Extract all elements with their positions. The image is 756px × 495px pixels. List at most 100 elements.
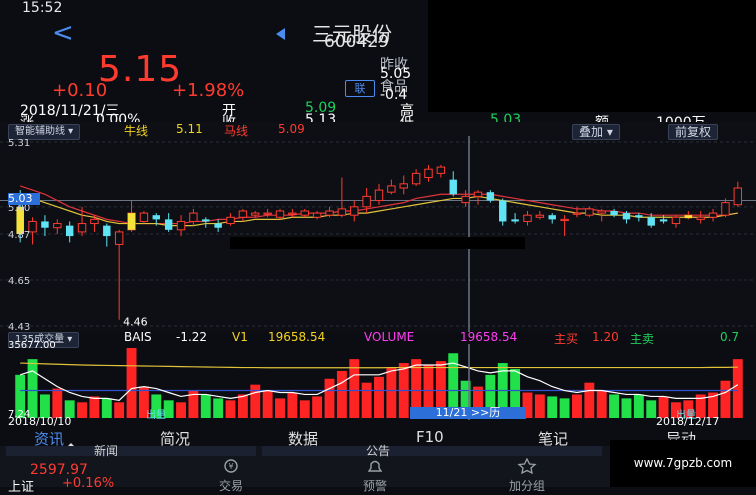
cursor-date-label[interactable]: 11/21 >>历 [410,407,526,419]
bais-value: -1.22 [176,330,208,344]
price-chart[interactable]: 5.315.004.874.654.43 4.46 [0,136,756,332]
prev-stock-icon[interactable] [276,28,285,40]
price-axis-label: 4.43 [8,322,30,332]
candle-body [659,219,668,222]
main-sell-value: 0.7 [720,330,740,344]
candle-body [288,212,297,215]
volume-bar [646,400,657,418]
candle-body [103,225,111,237]
volume-bar [114,402,125,418]
candle-body [696,216,705,220]
candle-body [214,223,222,228]
candle-body [721,202,730,216]
candle-body [560,218,569,222]
candle-body [90,218,99,225]
alert-label: 预警 [362,479,387,493]
occlusion-block [428,0,756,112]
candle-body [622,213,631,220]
volume-bar [225,400,236,418]
price-change-pct: +1.98% [172,80,245,101]
candle-body [424,168,433,179]
candle-body [65,225,74,237]
volume-bar [596,390,607,418]
price-axis-label: 5.31 [8,138,30,149]
subtab-news[interactable]: 新闻 [94,442,118,459]
volume-bar [559,398,570,418]
volume-bar [386,366,397,418]
candle-body [585,208,594,216]
candle-body [337,208,347,216]
cursor-price-label: 5.03 [8,193,40,205]
candle-body [41,221,49,228]
candle-body [202,219,210,222]
volume-bar [176,402,186,418]
alert-button[interactable]: 预警 [340,458,410,494]
volume-max-label: 35677.00 [8,340,56,351]
candle-body [238,210,248,218]
volume-bar [200,394,211,418]
volume-bar [534,394,545,418]
candle-highlight [127,213,136,230]
candle-body [436,166,446,174]
volume-bar [621,398,632,418]
candle-body [263,212,272,215]
volume-bar [77,402,87,418]
candle-highlight [684,215,693,219]
v1-label: V1 [232,330,248,344]
volume-bar [275,398,285,418]
date-end: 2018/12/17 [656,415,720,428]
candle-body [523,214,532,222]
candle-body [449,179,457,195]
volume-bar [312,396,323,418]
candle-body [548,215,556,220]
volume-bar [547,396,558,418]
candle-body [53,223,62,229]
volume-bar [633,394,644,418]
volume-bar [287,392,298,418]
price-axis-label: 4.65 [8,276,30,287]
volume-bar [374,376,384,418]
svg-text:¥: ¥ [228,462,233,471]
low-annotation: 4.46 [123,316,148,329]
volume-bar [324,378,335,418]
back-arrow-icon[interactable]: < [52,20,74,46]
status-time: 15:52 [22,0,63,16]
candle-body [226,216,235,225]
candle-body [572,212,582,215]
tab-f10[interactable]: F10 [416,428,444,446]
subtab-announce[interactable]: 公告 [366,442,390,459]
volume-bar [720,380,731,418]
ma1-value: 5.11 [176,122,203,136]
candle-body [535,214,545,218]
volume-bar [101,398,112,418]
candle-body [486,192,495,201]
date-start: 2018/10/10 [8,415,72,428]
candle-body [610,211,618,216]
ma2-value: 5.09 [278,122,305,136]
candle-body [114,231,124,245]
candle-body [597,210,606,214]
candle-body [189,212,198,222]
lian-badge[interactable]: 联 [345,80,375,97]
candle-body [164,219,173,230]
candle-body [325,210,334,216]
candle-body [411,172,421,185]
volume-label: VOLUME [364,330,415,344]
volume-bar [213,398,224,418]
chart-occlusion [230,237,525,249]
candle-body [374,189,384,202]
volume-bar [572,394,582,418]
index-name[interactable]: 上证 [8,476,34,495]
candle-body [77,223,87,233]
volume-chart[interactable] [0,344,756,420]
candle-body [139,212,149,222]
candle-body [251,212,260,216]
volume-bar [237,394,248,418]
watermark: www.7gpzb.com [610,440,756,487]
add-group-button[interactable]: 加分组 [492,457,562,494]
candle-body [733,187,743,206]
price-change: +0.10 [52,80,108,101]
trade-button[interactable]: ¥ 交易 [196,458,266,494]
current-price: 5.15 [98,49,183,90]
index-change: +0.16% [62,476,115,491]
